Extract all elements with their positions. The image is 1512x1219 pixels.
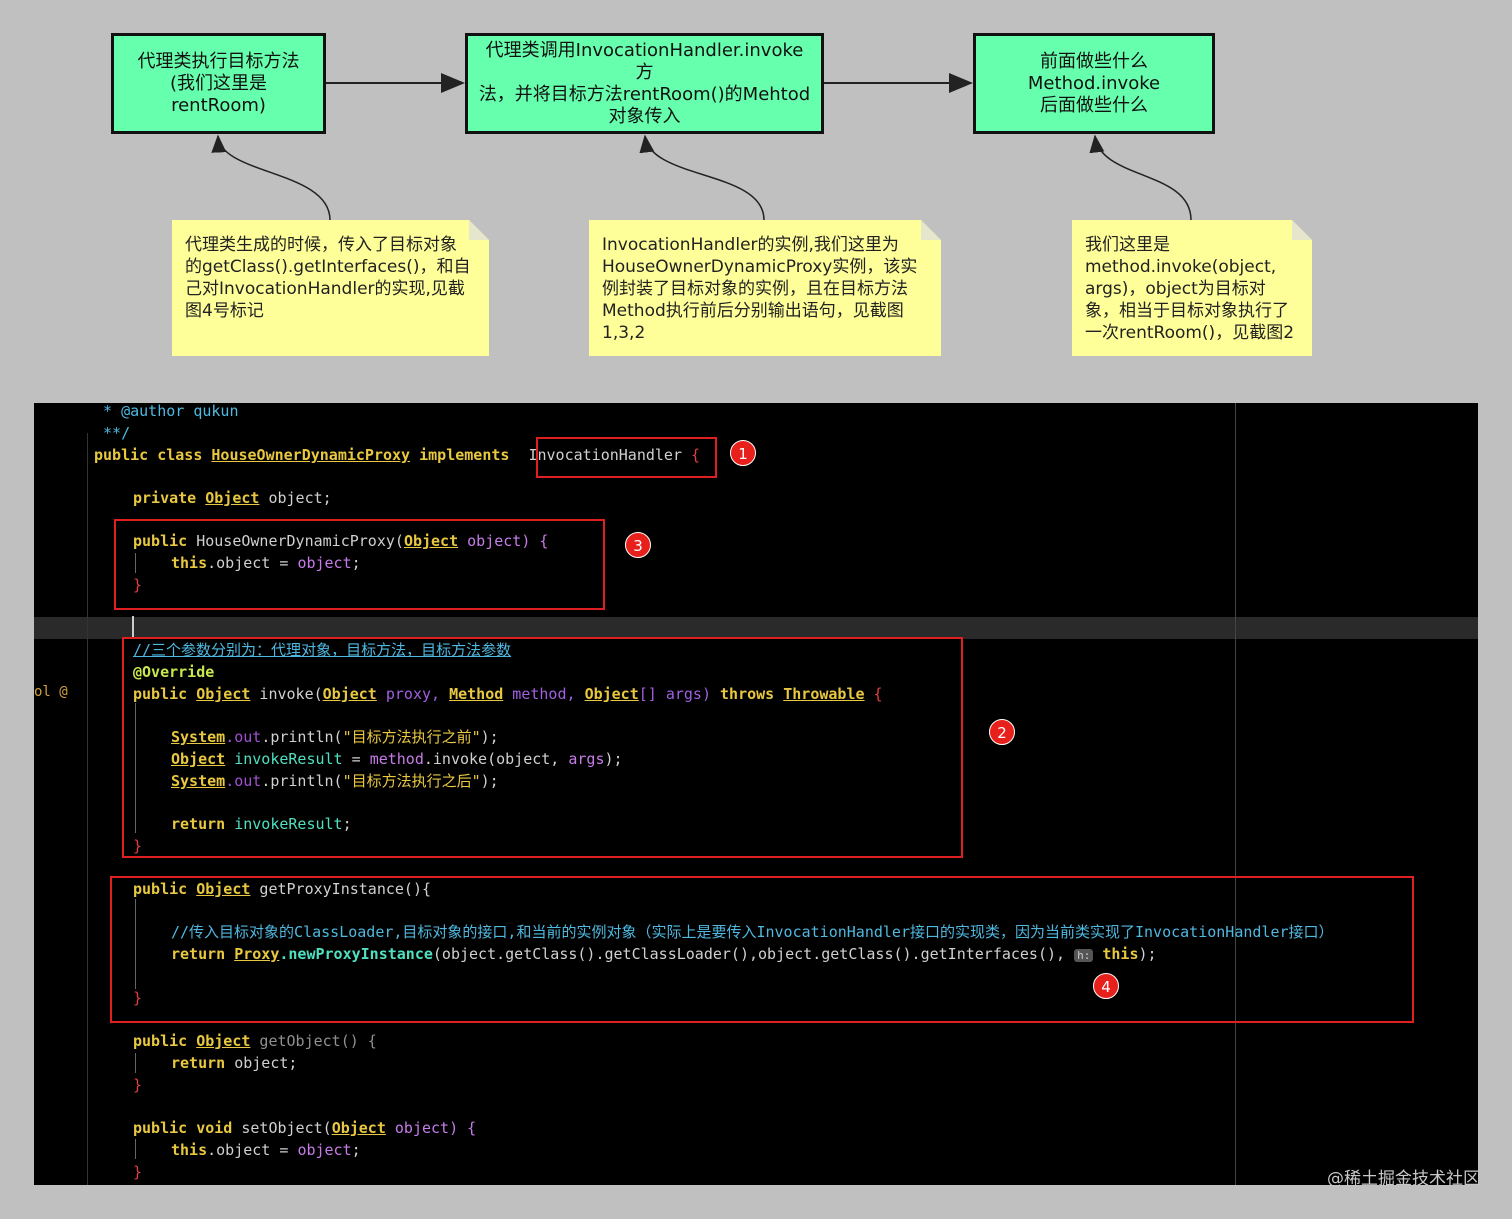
type: Object (331, 1119, 386, 1137)
code-line-field: private Object object; (133, 487, 332, 509)
code-line-return-object: return object; (171, 1052, 297, 1074)
code-line-assign: this.object = object; (171, 1139, 361, 1161)
punct: ; (351, 1141, 361, 1159)
type: Object (205, 489, 260, 507)
keyword: public class (94, 446, 212, 464)
code-line-author: * @author qukun (94, 403, 239, 420)
highlight-box-3 (114, 519, 605, 610)
badge-4: 4 (1093, 973, 1119, 999)
keyword: private (133, 489, 206, 507)
indent-guide (135, 1139, 136, 1159)
text-caret (132, 616, 134, 638)
keyword: public void (133, 1119, 242, 1137)
code-line-setobject-decl: public void setObject(Object object) { (133, 1117, 476, 1139)
highlight-box-4 (110, 876, 1414, 1023)
identifier: setObject( (241, 1119, 332, 1137)
code-editor: ol @ * @author qukun **/ public class Ho… (34, 403, 1478, 1185)
code-line-comment-end: **/ (94, 424, 131, 442)
keyword: return (171, 1054, 235, 1072)
code-line-close: } (133, 1076, 143, 1094)
right-margin-guide (1235, 403, 1236, 1185)
identifier: .object = (207, 1141, 298, 1159)
keyword: public (133, 1032, 197, 1050)
watermark: @稀土掘金技术社区 (1327, 1169, 1480, 1189)
badge-3: 3 (625, 532, 651, 558)
class-name: HouseOwnerDynamicProxy (211, 446, 411, 464)
code-line-getobject-decl: public Object getObject() { (133, 1030, 377, 1052)
field: object (297, 1141, 352, 1159)
override-gutter-icon: ol @ (34, 684, 68, 700)
param: object) { (385, 1119, 477, 1137)
code-line-close: } (133, 1163, 143, 1181)
keyword: implements (410, 446, 519, 464)
identifier: object; (259, 489, 332, 507)
keyword: this (171, 1141, 208, 1159)
highlight-box-2 (122, 637, 963, 858)
gutter-line (87, 433, 88, 1185)
identifier: object; (234, 1054, 298, 1072)
identifier: getObject() { (250, 1032, 377, 1050)
type: Object (196, 1032, 251, 1050)
indent-guide (135, 1053, 136, 1073)
note-folds (469, 220, 1312, 240)
current-line-highlight (34, 617, 1478, 639)
badge-2: 2 (989, 719, 1015, 745)
badge-1: 1 (730, 440, 756, 466)
highlight-box-1 (536, 437, 717, 478)
